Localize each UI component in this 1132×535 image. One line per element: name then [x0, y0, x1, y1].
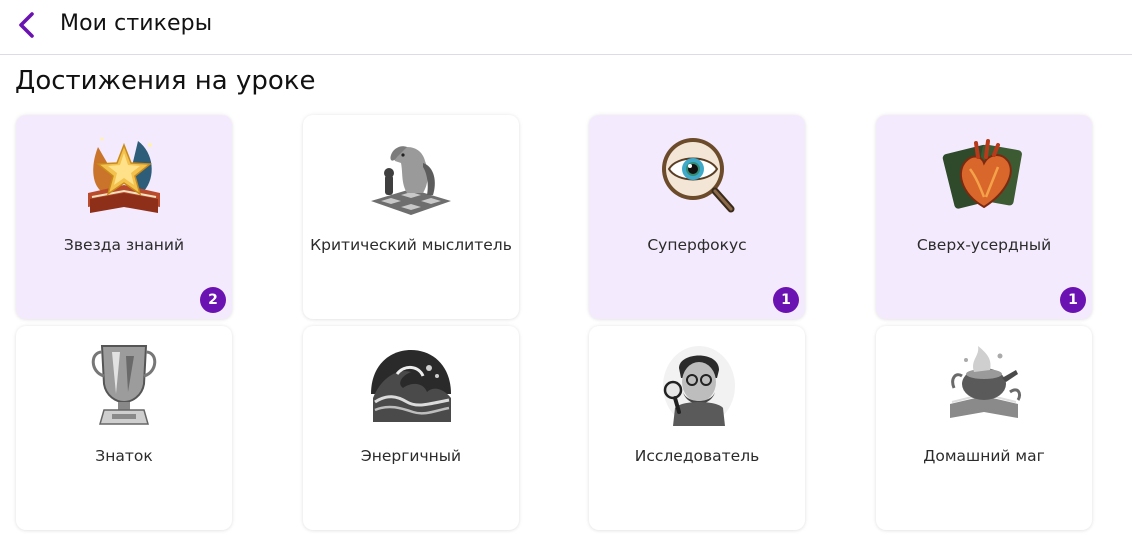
sticker-count-badge: 1 [1060, 287, 1086, 313]
chevron-left-icon [19, 12, 34, 38]
sticker-name: Энергичный [360, 447, 462, 465]
sticker-card-super-diligent[interactable]: Сверх-усердный 1 [876, 115, 1092, 319]
section-title: Достижения на уроке [15, 66, 316, 96]
explorer-icon [652, 336, 742, 431]
sticker-card-critical-thinker[interactable]: Критический мыслитель [303, 115, 519, 319]
potion-book-icon [939, 336, 1029, 431]
page-title: Мои стикеры [60, 11, 213, 36]
sticker-card-connoisseur[interactable]: Знаток [16, 326, 232, 530]
sticker-name: Критический мыслитель [310, 236, 512, 254]
trophy-icon [79, 336, 169, 431]
sticker-name: Домашний маг [923, 447, 1045, 465]
back-button[interactable] [12, 9, 42, 41]
sticker-name: Знаток [95, 447, 153, 465]
sticker-card-explorer[interactable]: Исследователь [589, 326, 805, 530]
sticker-card-superfocus[interactable]: Суперфокус 1 [589, 115, 805, 319]
sticker-name: Суперфокус [647, 236, 747, 254]
sticker-name: Сверх-усердный [916, 236, 1052, 254]
eye-magnifier-icon [652, 125, 742, 220]
sticker-count-badge: 2 [200, 287, 226, 313]
sticker-card-home-wizard[interactable]: Домашний маг [876, 326, 1092, 530]
star-book-icon [79, 125, 169, 220]
chess-horse-icon [366, 125, 456, 220]
sticker-name: Исследователь [634, 447, 760, 465]
top-bar: Мои стикеры [0, 0, 1132, 55]
sticker-name: Звезда знаний [63, 236, 185, 254]
sticker-grid: Звезда знаний 2 Критический мыслитель Су… [16, 115, 1092, 535]
sticker-count-badge: 1 [773, 287, 799, 313]
sticker-card-energetic[interactable]: Энергичный [303, 326, 519, 530]
wave-icon [366, 336, 456, 431]
sticker-card-star-of-knowledge[interactable]: Звезда знаний 2 [16, 115, 232, 319]
heart-icon [939, 125, 1029, 220]
